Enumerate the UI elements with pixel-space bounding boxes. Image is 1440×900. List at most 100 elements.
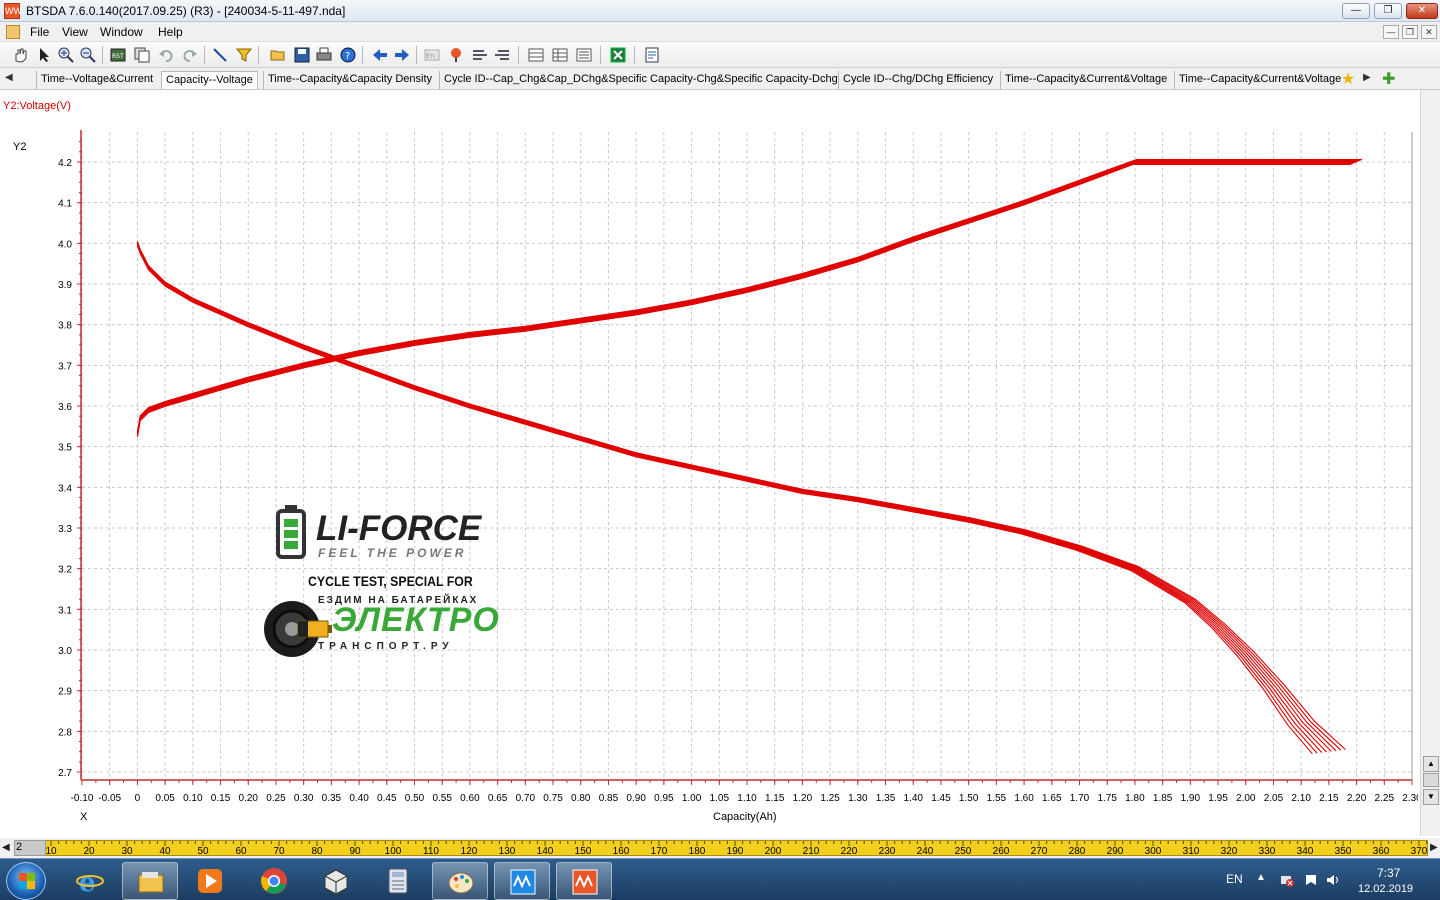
table-list-icon[interactable] [576, 47, 592, 63]
ruler-tick-label: 150 [575, 846, 592, 857]
filter-icon[interactable] [235, 47, 253, 63]
x-tick-label: 0.45 [377, 793, 397, 804]
document-icon[interactable] [6, 25, 20, 39]
charge-curve-cycle-7 [136, 159, 1361, 433]
forward-icon[interactable] [394, 47, 410, 63]
clock-date[interactable]: 12.02.2019 [1358, 883, 1413, 895]
y-tick-label: 3.4 [58, 483, 72, 494]
x-tick-label: 1.90 [1181, 793, 1201, 804]
open-folder-icon[interactable] [270, 47, 286, 63]
tab-capacity-voltage[interactable]: Capacity--Voltage [161, 71, 258, 89]
hand-pan-icon[interactable] [12, 47, 28, 63]
capacity-voltage-chart[interactable]: -0.10 -0.05 0 0.05 0.10 0.15 0.20 0.25 0.30 0.35 0… [0, 90, 1418, 836]
chrome-icon[interactable] [246, 862, 302, 900]
x-tick-label: 1.55 [987, 793, 1007, 804]
x-tick-label: 0.30 [294, 793, 314, 804]
mdi-restore-button[interactable]: ❐ [1402, 25, 1418, 39]
x-tick-label: 2.00 [1236, 793, 1256, 804]
pointer-icon[interactable] [36, 47, 52, 63]
ruler-left-button[interactable]: ◀ [2, 842, 10, 853]
ruler-tick-label: 300 [1145, 846, 1162, 857]
ruler-tick-label: 80 [311, 846, 323, 857]
app-icon[interactable]: WW [4, 3, 22, 19]
chart-tab-bar: ◀ Time--Voltage&Current Capacity--Voltag… [0, 68, 1440, 90]
clock-time[interactable]: 7:37 [1377, 866, 1400, 880]
x-tick-label: 0.10 [183, 793, 203, 804]
x-tick-label: 1.05 [710, 793, 730, 804]
menu-view[interactable]: View [62, 25, 88, 39]
rst-icon[interactable]: RST [110, 47, 126, 63]
table-alt-icon[interactable] [552, 47, 568, 63]
mdi-close-button[interactable]: ✕ [1421, 25, 1437, 39]
zoom-in-icon[interactable] [58, 47, 74, 63]
btsda-orange-icon[interactable] [556, 862, 612, 900]
tab-time-voltage-current[interactable]: Time--Voltage&Current [36, 71, 157, 89]
show-hidden-icons-button[interactable]: ▲ [1256, 872, 1266, 883]
paint-icon[interactable] [432, 862, 488, 900]
favorite-star-icon[interactable]: ★ [1341, 69, 1355, 89]
tab-time-capacity-current-voltage[interactable]: Time--Capacity&Current&Voltage [1000, 71, 1171, 89]
redo-icon[interactable] [182, 47, 198, 63]
volume-icon[interactable] [1326, 873, 1340, 887]
back-icon[interactable] [372, 47, 388, 63]
btsda-blue-icon[interactable] [494, 862, 550, 900]
x-tick-label: 1.15 [765, 793, 785, 804]
tab-cycle-capacity[interactable]: Cycle ID--Cap_Chg&Cap_DChg&Specific Capa… [439, 71, 842, 89]
report-icon[interactable] [644, 47, 660, 63]
y-axis-name: Y2 [13, 141, 27, 153]
language-icon[interactable]: En [424, 47, 440, 63]
scroll-up-button[interactable]: ▲ [1423, 756, 1439, 772]
print-icon[interactable] [316, 47, 332, 63]
tab-cycle-efficiency[interactable]: Cycle ID--Chg/DChg Efficiency [838, 71, 997, 89]
ruler-tick-label: 330 [1259, 846, 1276, 857]
x-tick-label: 0.70 [516, 793, 536, 804]
tab-time-capacity-density[interactable]: Time--Capacity&Capacity Density [263, 71, 436, 89]
start-button[interactable] [6, 862, 46, 900]
scroll-down-button[interactable]: ▼ [1423, 789, 1439, 805]
tab-scroll-right-button[interactable]: ▶ [1363, 72, 1371, 83]
svg-text:e: e [79, 868, 96, 895]
align-right-icon[interactable] [494, 47, 510, 63]
chart-panel[interactable]: -0.10 -0.05 0 0.05 0.10 0.15 0.20 0.25 0.30 0.35 0… [0, 90, 1418, 836]
x-tick-label: 0.95 [654, 793, 674, 804]
scroll-thumb[interactable] [1423, 773, 1439, 787]
restore-button[interactable]: ❐ [1374, 3, 1402, 19]
add-tab-icon[interactable]: ✚ [1382, 69, 1395, 89]
vertical-scrollbar[interactable]: ▲ ▼ [1420, 90, 1440, 836]
x-tick-label: 0.65 [488, 793, 508, 804]
zoom-out-icon[interactable] [80, 47, 96, 63]
keyboard-language[interactable]: EN [1226, 872, 1243, 886]
action-center-icon[interactable] [1304, 873, 1318, 887]
ruler-tick-label: 220 [841, 846, 858, 857]
x-tick-label: 0.25 [266, 793, 286, 804]
excel-export-icon[interactable] [610, 47, 626, 63]
table-icon[interactable] [528, 47, 544, 63]
network-error-icon[interactable] [1280, 873, 1294, 887]
align-left-icon[interactable] [472, 47, 488, 63]
internet-explorer-icon[interactable]: e [62, 862, 118, 900]
package-icon[interactable] [308, 862, 364, 900]
minimize-button[interactable]: — [1342, 3, 1370, 19]
cycle-ruler[interactable]: ◀ 10 20 30 40 50 60 70 80 90 100 110 120 130 140 150 16… [0, 838, 1440, 858]
calculator-icon[interactable] [370, 862, 426, 900]
tab-time-capacity-current-voltage-2[interactable]: Time--Capacity&Current&Voltage [1174, 71, 1345, 89]
save-icon[interactable] [294, 47, 310, 63]
menu-file[interactable]: File [30, 25, 49, 39]
line-tool-icon[interactable] [212, 47, 228, 63]
ruler-tick-label: 320 [1221, 846, 1238, 857]
menu-window[interactable]: Window [100, 25, 143, 39]
close-button[interactable]: ✕ [1406, 3, 1438, 19]
media-player-icon[interactable] [182, 862, 238, 900]
copy-icon[interactable] [134, 47, 150, 63]
help-icon[interactable]: ? [340, 47, 356, 63]
undo-icon[interactable] [158, 47, 174, 63]
marker-icon[interactable] [448, 47, 464, 63]
menu-help[interactable]: Help [158, 25, 183, 39]
ruler-right-button[interactable]: ▶ [1430, 842, 1438, 853]
mdi-minimize-button[interactable]: — [1383, 25, 1399, 39]
tab-scroll-left-button[interactable]: ◀ [5, 72, 13, 83]
ruler-tick-label: 180 [689, 846, 706, 857]
ruler-tape[interactable]: 10 20 30 40 50 60 70 80 90 100 110 120 130 140 150 160 1… [14, 840, 1428, 857]
file-explorer-icon[interactable] [122, 862, 178, 900]
x-tick-label: 0.05 [155, 793, 175, 804]
